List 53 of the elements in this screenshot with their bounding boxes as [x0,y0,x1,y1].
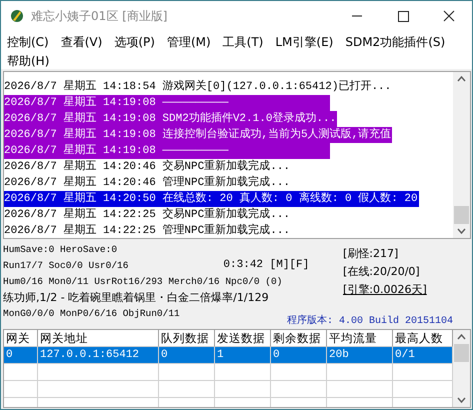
empty-cell [159,381,215,398]
table-cell: 1 [215,347,271,364]
column-header[interactable]: 平均流量 [327,330,393,347]
menu-item[interactable]: SDM2功能插件(S) [345,33,446,52]
status-text: HumSave:0 HeroSave:0 [3,244,118,254]
table-row[interactable]: 0 127.0.0.1:65412 0 1 0 20b 0/1 [4,347,453,364]
menu-item[interactable]: 选项(P) [114,33,155,52]
menu-item[interactable]: 查看(V) [60,33,102,52]
empty-cell [159,364,215,381]
status-text: MonG0/0/0 MonP0/6/16 ObjRun0/11 [3,308,180,318]
column-header[interactable]: 剩余数据 [271,330,327,347]
menu-item[interactable]: 工具(T) [222,33,264,52]
status-text: Hum0/16 Mon0/11 UsrRot16/293 Merch0/16 Npc0/0 (0) [3,276,282,286]
log-line: 2026/8/7 星期五 14:22:25 交易NPC重新加载完成... [4,207,292,223]
status-text: Run17/7 Soc0/0 Usr0/16 [3,260,128,270]
table-cell: 20b [327,347,393,364]
empty-cell [271,381,327,398]
counter-text: [刷怪:217] [343,246,398,262]
scrollbar-thumb[interactable] [454,206,469,224]
table-cell: 0 [159,347,215,364]
log-line: 2026/8/7 星期五 14:22:25 管理NPC重新加载完成... [4,223,292,238]
scrollbar[interactable] [453,72,470,238]
window-title: 难忘小姨子01区 [商业版] [31,8,168,24]
empty-cell [327,364,393,381]
empty-cell [215,364,271,381]
timer-text: 0:3:42 [M][F] [223,259,310,271]
menu-item[interactable]: 控制(C) [7,33,49,52]
app-icon [9,8,25,24]
column-header[interactable]: 网关 [4,330,38,347]
column-header[interactable]: 最高人数 [393,330,453,347]
table-cell: 127.0.0.1:65412 [38,347,159,364]
log-line: 2026/8/7 星期五 14:20:46 交易NPC重新加载完成... [4,159,292,175]
scrollbar-thumb[interactable] [454,344,469,362]
table-cell: 0 [271,347,327,364]
empty-cell [4,381,38,398]
counter-text: [在线:20/20/0] [343,264,420,280]
empty-cell [4,364,38,381]
column-header[interactable]: 网关地址 [38,330,159,347]
status-text: 练功师,1/2 - 吃着碗里瞧着锅里・白金二倍爆率/1/129 [3,290,269,304]
counter-text: [引擎:0.0026天] [343,282,427,298]
empty-cell [215,381,271,398]
menu-item[interactable]: LM引擎(E) [275,33,334,52]
table-cell: 0 [4,347,38,364]
version-text: 程序版本: 4.00 Build 20151104 [287,314,454,327]
menu-item[interactable]: 管理(M) [166,33,211,52]
log-line: 2026/8/7 星期五 14:18:54 游戏网关[0](127.0.0.1:65412)已打开... [4,79,392,95]
column-header[interactable]: 队列数据 [159,330,215,347]
scrollbar[interactable] [453,330,470,407]
column-header[interactable]: 发送数据 [215,330,271,347]
empty-cell [327,381,393,398]
menu-item[interactable]: 帮助(H) [7,52,50,71]
empty-cell [271,364,327,381]
log-line: 2026/8/7 星期五 14:20:46 管理NPC重新加载完成... [4,175,292,191]
